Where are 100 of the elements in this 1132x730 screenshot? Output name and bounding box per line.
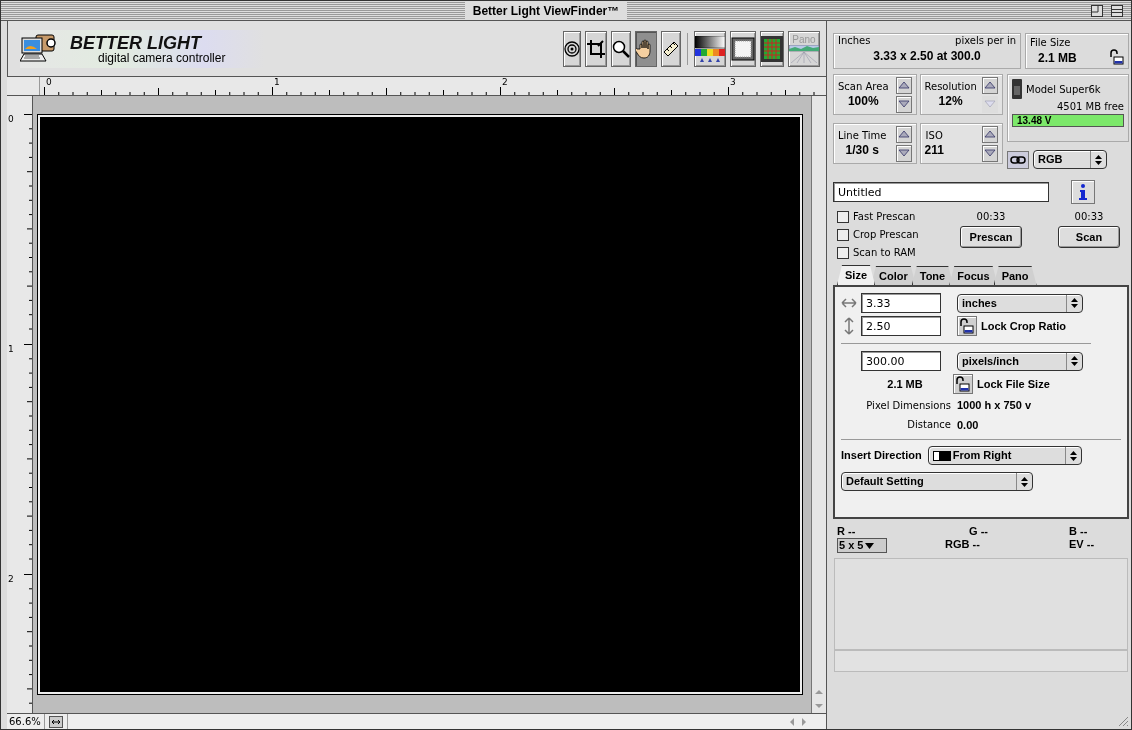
down-arrow-icon — [984, 149, 996, 157]
stepper-arrows-icon — [1095, 154, 1102, 165]
down-arrow-icon — [897, 100, 910, 108]
up-arrow-icon — [897, 81, 910, 89]
height-field[interactable]: 2.50 — [861, 316, 941, 336]
tab[interactable]: Size — [837, 265, 875, 285]
tab[interactable]: Color — [871, 266, 916, 285]
search-icon — [612, 39, 630, 58]
pixel-dimensions-value: 1000 h x 750 v — [957, 398, 1031, 413]
increase-button[interactable] — [982, 125, 998, 143]
unlocked-padlock-icon — [956, 376, 970, 392]
tool-button[interactable] — [563, 30, 581, 67]
file-size-label: File Size — [1030, 37, 1072, 49]
time-estimate: 00:33 — [1074, 210, 1104, 224]
link-button[interactable] — [1007, 150, 1029, 169]
tab[interactable]: Tone — [911, 266, 954, 285]
info-icon — [1079, 184, 1087, 200]
units-label: Inches — [838, 35, 871, 47]
units-select[interactable]: inches — [957, 293, 1083, 313]
tab[interactable]: Focus — [949, 266, 998, 285]
ruler-label: 1 — [274, 77, 280, 87]
direction-icon — [932, 450, 951, 461]
resolution-field[interactable]: 300.00 — [861, 351, 941, 371]
checkbox[interactable] — [837, 228, 849, 241]
checkbox-label: Scan to RAM — [853, 246, 916, 260]
tab[interactable]: Pano — [993, 266, 1037, 285]
stepper-value: 12% — [938, 93, 963, 109]
ppi-label: pixels per in — [955, 35, 1016, 47]
stepper-label: Scan Area — [838, 80, 889, 93]
ruler-label: 0 — [46, 77, 52, 87]
increase-button[interactable] — [982, 76, 998, 94]
camera-model: Model Super6k — [1026, 82, 1101, 97]
panorama-icon — [789, 45, 819, 63]
color-mode-select[interactable]: RGB — [1033, 150, 1107, 169]
stepper-arrows-icon — [1069, 450, 1077, 461]
ruler-label: 0 — [8, 114, 14, 124]
decrease-button[interactable] — [982, 144, 998, 162]
increase-button[interactable] — [895, 125, 912, 143]
insert-direction-label: Insert Direction — [841, 448, 922, 464]
resolution-units-select[interactable]: pixels/inch — [957, 351, 1083, 371]
stepper-value: 100% — [847, 93, 879, 109]
stepper-arrows-icon — [1071, 298, 1078, 308]
chain-link-icon — [1010, 155, 1026, 164]
lock-file-size-label: Lock File Size — [977, 376, 1050, 392]
stepper-label: Resolution — [924, 80, 977, 93]
info-button[interactable] — [1071, 180, 1095, 204]
logo-title: BETTER LIGHT — [70, 33, 204, 52]
ruler-label: 1 — [8, 344, 14, 354]
lock-button[interactable] — [953, 374, 973, 394]
zoom-box-icon[interactable] — [1091, 4, 1103, 17]
tool-button[interactable] — [694, 30, 726, 67]
decrease-button[interactable] — [895, 95, 912, 113]
sample-size-select[interactable]: 5 x 5 — [837, 538, 887, 553]
prescan-button[interactable]: Prescan — [960, 226, 1022, 248]
zoom-level: 66.6% — [7, 714, 45, 729]
tool-button[interactable] — [635, 30, 657, 67]
checkbox-label: Fast Prescan — [853, 210, 916, 224]
color-bars-icon — [695, 35, 725, 62]
lock-crop-label: Lock Crop Ratio — [981, 318, 1066, 334]
horizontal-arrows-icon — [841, 298, 857, 308]
channel-readout: R -- — [837, 525, 857, 538]
tool-button[interactable] — [661, 30, 681, 67]
crop-icon — [586, 38, 606, 59]
insert-direction-select[interactable]: From Right — [927, 446, 1082, 465]
checkbox-label: Crop Prescan — [853, 228, 919, 242]
time-estimate: 00:33 — [976, 210, 1006, 224]
increase-button[interactable] — [895, 76, 912, 94]
ruler-label: 2 — [8, 574, 14, 584]
ruler-icon — [662, 39, 680, 58]
stepper-label: Line Time — [838, 129, 887, 142]
fit-width-icon[interactable] — [49, 715, 63, 728]
frame-icon — [731, 36, 755, 61]
tool-button[interactable] — [611, 30, 631, 67]
rgb-readout: RGB -- — [944, 538, 981, 552]
channel-readout: G -- — [969, 525, 989, 538]
checkbox[interactable] — [837, 210, 849, 223]
scan-button[interactable]: Scan — [1058, 226, 1120, 248]
lock-button[interactable] — [957, 316, 977, 336]
camera-back-icon — [1012, 79, 1022, 99]
ruler-label: 3 — [730, 77, 736, 87]
stepper-value: 1/30 s — [845, 142, 879, 158]
file-name-field[interactable]: Untitled — [833, 182, 1049, 202]
up-arrow-icon — [897, 130, 910, 138]
preset-select[interactable]: Default Setting — [841, 472, 1033, 491]
dimensions-value: 3.33 x 2.50 at 300.0 — [872, 48, 982, 65]
channel-readout: B -- — [1069, 525, 1089, 538]
checkbox[interactable] — [837, 246, 849, 259]
free-space: 4501 MB free — [1056, 100, 1124, 114]
vertical-arrows-icon — [841, 317, 857, 335]
width-field[interactable]: 3.33 — [861, 293, 941, 313]
tool-button[interactable] — [730, 30, 756, 67]
unlocked-padlock-icon — [1110, 49, 1124, 65]
stepper-arrows-icon — [1071, 356, 1078, 366]
tool-button[interactable] — [585, 30, 607, 67]
tool-button[interactable] — [760, 30, 784, 67]
down-arrow-icon — [984, 100, 996, 108]
decrease-button[interactable] — [895, 144, 912, 162]
ev-readout: EV -- — [1068, 538, 1096, 552]
unlocked-padlock-icon — [960, 318, 974, 334]
collapse-box-icon[interactable] — [1111, 4, 1123, 17]
